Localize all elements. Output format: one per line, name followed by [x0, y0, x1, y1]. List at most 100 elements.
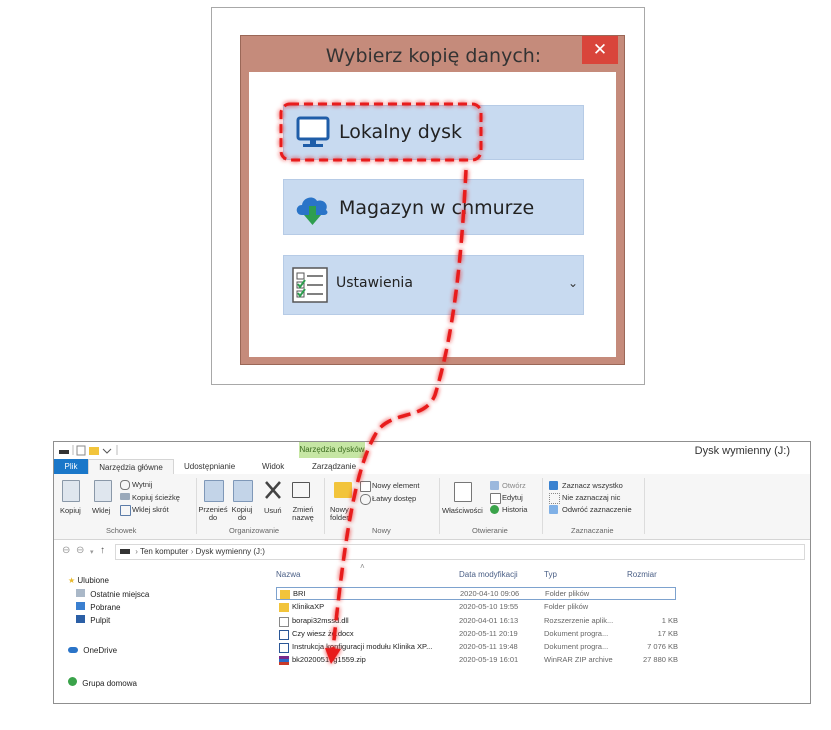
paste-button[interactable]: Wklej — [92, 506, 110, 515]
nav-downloads-label: Pobrane — [90, 603, 121, 612]
copy-to-icon — [233, 480, 253, 502]
close-button[interactable]: ✕ — [582, 36, 618, 64]
forward-button[interactable]: ⊖ — [76, 545, 84, 556]
nav-recent-label: Ostatnie miejsca — [90, 590, 150, 599]
cloud-storage-label: Magazyn w chmurze — [339, 197, 535, 219]
column-header-size[interactable]: Rozmiar — [627, 570, 657, 579]
file-row[interactable]: Czy wiesz że.docx 2020-05-11 20:19 Dokum… — [276, 628, 678, 641]
file-name: borapi32mssd.dll — [292, 616, 349, 625]
nav-desktop[interactable]: Pulpit — [76, 615, 110, 625]
file-row[interactable]: KlinikaXP 2020-05-10 19:55 Folder plików — [276, 601, 676, 614]
breadcrumb-removable-drive[interactable]: Dysk wymienny (J:) — [196, 547, 265, 556]
navigation-pane: ★ Ulubione Ostatnie miejsca Pobrane Pulp… — [54, 566, 264, 703]
breadcrumb-this-pc[interactable]: Ten komputer — [140, 547, 188, 556]
dll-icon — [279, 617, 289, 627]
history-icon — [490, 505, 499, 514]
ribbon-separator — [542, 478, 543, 534]
cloud-storage-button[interactable]: Magazyn w chmurze — [283, 179, 584, 235]
select-none-button[interactable]: Nie zaznaczaj nic — [562, 493, 620, 502]
tab-home[interactable]: Narzędzia główne — [88, 459, 174, 474]
file-list: ˄ Nazwa Data modyfikacji Typ Rozmiar BRI… — [276, 562, 806, 703]
local-disk-button[interactable]: Lokalny dysk — [283, 105, 584, 160]
file-type: WinRAR ZIP archive — [544, 655, 613, 664]
properties-icon — [454, 482, 472, 502]
cut-button[interactable]: Wytnij — [132, 480, 152, 489]
copy-path-button[interactable]: Kopiuj ścieżkę — [132, 493, 180, 502]
tab-manage[interactable]: Zarządzanie — [312, 459, 356, 474]
column-header-modified[interactable]: Data modyfikacji — [459, 570, 518, 579]
delete-button[interactable]: Usuń — [264, 506, 282, 515]
open-button[interactable]: Otwórz — [502, 481, 526, 490]
copy-icon — [62, 480, 80, 502]
address-box[interactable]: › Ten komputer › Dysk wymienny (J:) — [115, 544, 805, 560]
local-disk-label: Lokalny dysk — [339, 121, 462, 143]
delete-icon — [265, 481, 281, 499]
homegroup-icon — [68, 677, 77, 686]
cloud-download-icon — [296, 197, 328, 225]
file-row[interactable]: bk20200519g1559.zip 2020-05-19 16:01 Win… — [276, 654, 678, 667]
column-header-name[interactable]: Nazwa — [276, 570, 300, 579]
address-bar-row: ⊖ ⊖ ▾ ↑ › Ten komputer › Dysk wymienny (… — [54, 544, 810, 560]
breadcrumb-separator: › — [190, 547, 194, 556]
settings-button[interactable]: Ustawienia ⌄ — [283, 255, 584, 315]
file-name: bk20200519g1559.zip — [292, 655, 366, 664]
ribbon: Kopiuj Wklej Wytnij Kopiuj ścieżkę Wklej… — [54, 474, 810, 540]
nav-homegroup[interactable]: Grupa domowa — [68, 677, 137, 688]
title-bar: Narzędzia dysków Dysk wymienny (J:) — [54, 442, 810, 458]
paste-shortcut-button[interactable]: Wklej skrót — [132, 505, 169, 514]
word-icon — [279, 630, 289, 640]
chevron-down-icon[interactable]: ⌄ — [568, 276, 578, 290]
properties-button[interactable]: Właściwości — [442, 506, 483, 515]
file-row[interactable]: Instrukcja konfiguracji modułu Klinika X… — [276, 641, 678, 654]
ribbon-separator — [439, 478, 440, 534]
quick-access-toolbar[interactable] — [59, 444, 119, 458]
column-header-type[interactable]: Typ — [544, 570, 557, 579]
ribbon-tabs: Plik Narzędzia główne Udostępnianie Wido… — [54, 459, 810, 475]
invert-selection-button[interactable]: Odwróć zaznaczenie — [562, 505, 632, 514]
nav-onedrive-label: OneDrive — [83, 646, 118, 655]
rename-icon — [292, 482, 310, 498]
recent-locations-button[interactable]: ▾ — [90, 548, 94, 556]
file-modified: 2020-04-01 16:13 — [459, 616, 519, 625]
file-name: KlinikaXP — [292, 602, 325, 611]
new-group-label: Nowy — [372, 526, 391, 535]
file-type: Folder plików — [545, 589, 590, 598]
history-button[interactable]: Historia — [502, 505, 527, 514]
file-size: 17 KB — [657, 629, 678, 638]
edit-button[interactable]: Edytuj — [502, 493, 523, 502]
back-button[interactable]: ⊖ — [62, 545, 70, 556]
copy-to-button[interactable]: Kopiuj do — [227, 506, 257, 522]
easy-access-button[interactable]: Łatwy dostęp — [372, 494, 416, 503]
copy-button[interactable]: Kopiuj — [60, 506, 81, 515]
move-to-button[interactable]: Przenieś do — [195, 506, 231, 522]
file-row[interactable]: borapi32mssd.dll 2020-04-01 16:13 Rozsze… — [276, 615, 678, 628]
tab-share[interactable]: Udostępnianie — [184, 459, 235, 474]
nav-favorites[interactable]: ★ Ulubione — [68, 576, 109, 585]
sort-indicator-icon: ˄ — [360, 562, 365, 571]
drive-icon — [120, 549, 130, 555]
tab-file[interactable]: Plik — [54, 459, 88, 474]
file-modified: 2020-04-10 09:06 — [460, 589, 520, 598]
file-size: 27 880 KB — [642, 655, 678, 664]
file-type: Dokument progra... — [544, 629, 609, 638]
new-item-icon — [360, 481, 371, 492]
file-type: Rozszerzenie aplik... — [544, 616, 614, 625]
file-row[interactable]: BRI 2020-04-10 09:06 Folder plików — [276, 587, 676, 600]
new-item-button[interactable]: Nowy element — [372, 481, 420, 490]
nav-recent[interactable]: Ostatnie miejsca — [76, 589, 149, 599]
up-button[interactable]: ↑ — [100, 545, 105, 556]
rename-button[interactable]: Zmień nazwę — [288, 506, 318, 522]
settings-label: Ustawienia — [336, 275, 413, 291]
quick-access-icons — [59, 445, 118, 456]
new-folder-button[interactable]: Nowy folder — [330, 506, 354, 522]
select-all-icon — [549, 481, 558, 490]
cut-icon — [120, 480, 130, 490]
nav-onedrive[interactable]: OneDrive — [68, 646, 117, 655]
easy-access-icon — [360, 494, 371, 505]
nav-downloads[interactable]: Pobrane — [76, 602, 120, 612]
tab-view[interactable]: Widok — [262, 459, 284, 474]
checklist-icon — [292, 267, 328, 303]
copy-path-icon — [120, 493, 130, 500]
folder-icon — [279, 603, 289, 612]
select-all-button[interactable]: Zaznacz wszystko — [562, 481, 623, 490]
